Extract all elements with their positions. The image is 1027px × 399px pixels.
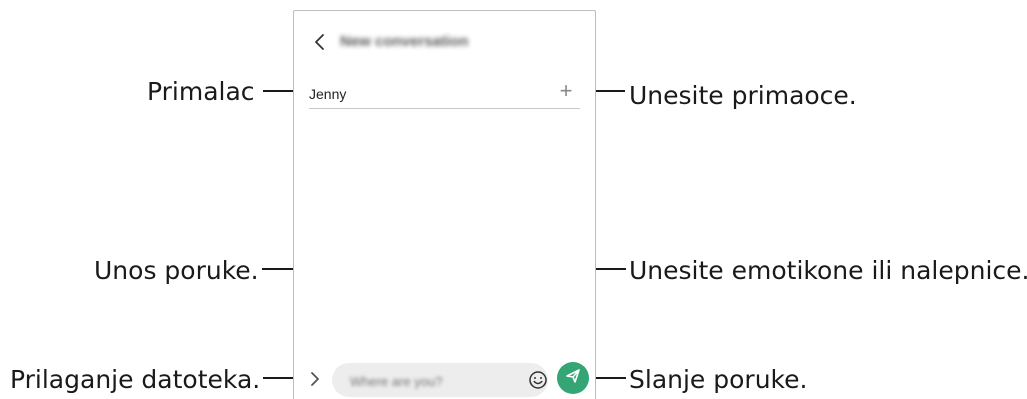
callout-message-input: Unos poruke.	[94, 256, 259, 285]
plus-icon: +	[559, 78, 573, 103]
add-recipient-button[interactable]: +	[554, 79, 578, 103]
callout-attach-files: Prilaganje datoteka.	[10, 365, 261, 394]
recipient-field[interactable]: Jenny	[309, 86, 346, 102]
send-icon	[564, 367, 582, 390]
send-button[interactable]	[557, 362, 589, 394]
callout-emoticons: Unesite emotikone ili nalepnice.	[629, 256, 1027, 285]
emoji-icon[interactable]	[527, 369, 549, 391]
back-arrow-icon[interactable]	[312, 32, 328, 52]
recipient-divider	[309, 108, 580, 109]
callout-recipient: Primalac	[147, 77, 255, 106]
message-input-container	[332, 363, 548, 399]
message-input[interactable]	[348, 363, 512, 399]
phone-screen: New conversation Jenny +	[293, 10, 596, 399]
callout-send-message: Slanje poruke.	[629, 365, 808, 394]
attach-chevron-icon[interactable]	[306, 368, 324, 390]
page-title: New conversation	[340, 33, 469, 50]
callout-enter-recipients: Unesite primaoce.	[629, 81, 857, 110]
